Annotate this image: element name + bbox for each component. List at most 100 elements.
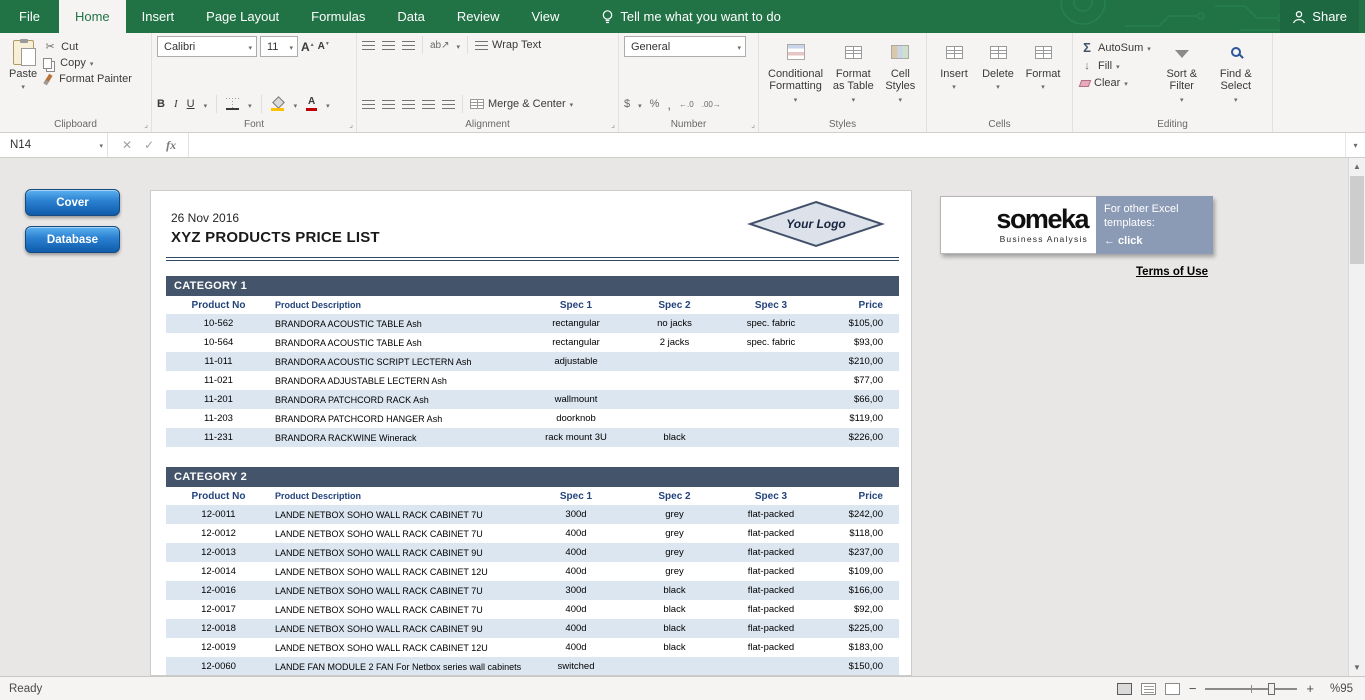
table-row[interactable]: 12-0014LANDE NETBOX SOHO WALL RACK CABIN…	[166, 562, 899, 581]
table-row[interactable]: 11-203BRANDORA PATCHCORD HANGER Ashdoork…	[166, 409, 899, 428]
table-row[interactable]: 12-0018LANDE NETBOX SOHO WALL RACK CABIN…	[166, 619, 899, 638]
italic-button[interactable]: I	[174, 98, 178, 110]
table-row[interactable]: 12-0011LANDE NETBOX SOHO WALL RACK CABIN…	[166, 505, 899, 524]
autosum-button[interactable]: ΣAutoSum	[1080, 40, 1151, 55]
percent-style-button[interactable]: %	[650, 98, 660, 110]
table-row[interactable]: 11-201BRANDORA PATCHCORD RACK Ashwallmou…	[166, 390, 899, 409]
decrease-indent-button[interactable]	[422, 100, 435, 109]
delete-cells-button[interactable]: Delete	[976, 36, 1020, 115]
scrollbar-thumb[interactable]	[1350, 176, 1364, 264]
orientation-button[interactable]: ab↗	[430, 40, 450, 51]
scroll-down-arrow[interactable]: ▼	[1349, 663, 1365, 672]
merge-center-button[interactable]: Merge & Center	[470, 98, 573, 110]
name-box[interactable]: N14	[0, 133, 108, 157]
tab-review[interactable]: Review	[441, 0, 516, 33]
vertical-scrollbar[interactable]: ▲ ▼	[1348, 158, 1365, 676]
table-row[interactable]: 10-562BRANDORA ACOUSTIC TABLE Ashrectang…	[166, 314, 899, 333]
table-row[interactable]: 12-0017LANDE NETBOX SOHO WALL RACK CABIN…	[166, 600, 899, 619]
table-row[interactable]: 11-011BRANDORA ACOUSTIC SCRIPT LECTERN A…	[166, 352, 899, 371]
sort-filter-button[interactable]: Sort & Filter	[1157, 36, 1207, 115]
zoom-in-button[interactable]: +	[1306, 681, 1314, 696]
clipboard-dialog-launcher[interactable]: ⌟	[144, 121, 148, 129]
format-cells-button[interactable]: Format	[1020, 36, 1066, 115]
cut-button[interactable]: ✂Cut	[43, 40, 132, 53]
increase-indent-button[interactable]	[442, 100, 455, 109]
tab-view[interactable]: View	[515, 0, 575, 33]
font-name-select[interactable]: Calibri	[157, 36, 257, 57]
font-size-select[interactable]: 11	[260, 36, 298, 57]
wrap-text-button[interactable]: Wrap Text	[475, 39, 541, 51]
paste-button[interactable]: Paste	[5, 36, 41, 115]
alignment-dialog-launcher[interactable]: ⌟	[611, 121, 615, 129]
formula-input[interactable]	[189, 133, 1345, 157]
fill-button[interactable]: ↓Fill	[1080, 60, 1151, 72]
copy-label: Copy	[60, 57, 86, 69]
table-row[interactable]: 12-0019LANDE NETBOX SOHO WALL RACK CABIN…	[166, 638, 899, 657]
cell-styles-button[interactable]: Cell Styles	[880, 36, 921, 115]
table-row[interactable]: 12-0060LANDE FAN MODULE 2 FAN For Netbox…	[166, 657, 899, 676]
insert-function-button[interactable]: fx	[166, 138, 176, 153]
underline-button[interactable]: U	[187, 98, 195, 110]
tab-formulas[interactable]: Formulas	[295, 0, 381, 33]
tab-file[interactable]: File	[0, 0, 59, 33]
font-color-button[interactable]: A	[306, 97, 317, 111]
scroll-up-arrow[interactable]: ▲	[1349, 162, 1365, 171]
tab-data[interactable]: Data	[381, 0, 440, 33]
tab-insert[interactable]: Insert	[126, 0, 191, 33]
page-layout-view-button[interactable]	[1141, 683, 1156, 695]
table-cell: spec. fabric	[723, 318, 819, 329]
find-select-button[interactable]: Find & Select	[1211, 36, 1261, 115]
zoom-out-button[interactable]: −	[1189, 681, 1197, 696]
bold-button[interactable]: B	[157, 98, 165, 110]
borders-button[interactable]	[226, 98, 239, 110]
insert-cells-button[interactable]: Insert	[932, 36, 976, 115]
zoom-level[interactable]: %95	[1323, 683, 1353, 695]
format-painter-button[interactable]: Format Painter	[43, 73, 132, 85]
paste-dropdown[interactable]	[21, 80, 25, 92]
align-top-button[interactable]	[362, 41, 375, 50]
shrink-font-button[interactable]: A	[318, 41, 330, 52]
database-sheet-button[interactable]: Database	[25, 226, 120, 253]
conditional-formatting-button[interactable]: Conditional Formatting	[764, 36, 827, 115]
page-break-view-button[interactable]	[1165, 683, 1180, 695]
align-right-button[interactable]	[402, 100, 415, 109]
align-bottom-button[interactable]	[402, 41, 415, 50]
accounting-format-button[interactable]: $	[624, 98, 630, 110]
cover-sheet-button[interactable]: Cover	[25, 189, 120, 216]
terms-of-use-link[interactable]: Terms of Use	[1136, 266, 1208, 278]
fill-color-button[interactable]	[271, 98, 285, 111]
format-as-table-button[interactable]: Format as Table	[827, 36, 880, 115]
someka-promo-box[interactable]: For other Excel templates: ← click	[1096, 196, 1213, 254]
table-row[interactable]: 12-0013LANDE NETBOX SOHO WALL RACK CABIN…	[166, 543, 899, 562]
tab-home[interactable]: Home	[59, 0, 126, 33]
table-row[interactable]: 12-0012LANDE NETBOX SOHO WALL RACK CABIN…	[166, 524, 899, 543]
table-row[interactable]: 12-0016LANDE NETBOX SOHO WALL RACK CABIN…	[166, 581, 899, 600]
table-row[interactable]: 11-021BRANDORA ADJUSTABLE LECTERN Ash$77…	[166, 371, 899, 390]
grow-font-button[interactable]: A	[301, 40, 315, 54]
align-left-button[interactable]	[362, 100, 375, 109]
tab-page-layout[interactable]: Page Layout	[190, 0, 295, 33]
worksheet[interactable]: Cover Database 26 Nov 2016 XYZ PRODUCTS …	[0, 158, 1365, 676]
font-dialog-launcher[interactable]: ⌟	[349, 121, 353, 129]
number-format-select[interactable]: General	[624, 36, 746, 57]
normal-view-button[interactable]	[1117, 683, 1132, 695]
align-center-button[interactable]	[382, 100, 395, 109]
align-middle-button[interactable]	[382, 41, 395, 50]
tell-me-box[interactable]: Tell me what you want to do	[601, 0, 780, 33]
formula-bar-expand-button[interactable]: ▾	[1345, 133, 1365, 157]
zoom-slider-thumb[interactable]	[1268, 683, 1275, 695]
table-row[interactable]: 11-231BRANDORA RACKWINE Winerackrack mou…	[166, 428, 899, 447]
table-row[interactable]: 10-564BRANDORA ACOUSTIC TABLE Ashrectang…	[166, 333, 899, 352]
someka-click-link[interactable]: ← click	[1104, 234, 1205, 248]
copy-button[interactable]: Copy	[43, 57, 132, 69]
decrease-decimal-button[interactable]: .00→	[702, 100, 721, 109]
comma-style-button[interactable]: ,	[667, 97, 671, 112]
zoom-slider[interactable]	[1205, 688, 1297, 690]
increase-decimal-button[interactable]: ←.0	[679, 100, 694, 109]
someka-banner[interactable]: someka Business Analysis For other Excel…	[940, 196, 1213, 254]
clear-button[interactable]: Clear	[1080, 77, 1151, 89]
enter-button[interactable]: ✓	[144, 138, 154, 152]
number-dialog-launcher[interactable]: ⌟	[751, 121, 755, 129]
share-button[interactable]: Share	[1280, 0, 1359, 33]
cancel-button[interactable]: ✕	[122, 138, 132, 152]
